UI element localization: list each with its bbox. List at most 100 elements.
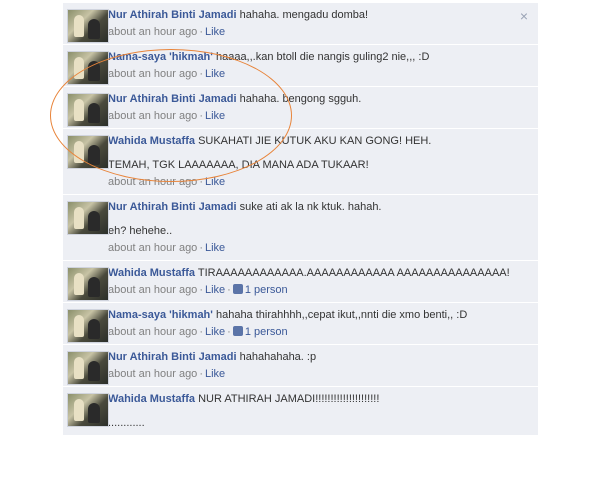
comment-author-link[interactable]: Wahida Mustaffa bbox=[108, 267, 195, 279]
avatar[interactable] bbox=[67, 93, 109, 127]
meta-separator: · bbox=[227, 326, 231, 338]
close-icon[interactable]: × bbox=[520, 9, 528, 23]
comment-item: Nama-saya 'hikmah' haaaa,,.kan btoll die… bbox=[63, 45, 538, 87]
comment-line: Nama-saya 'hikmah' hahaha thirahhhh,,cep… bbox=[108, 308, 532, 322]
comment-text: haaaa,,.kan btoll die nangis guling2 nie… bbox=[215, 51, 430, 63]
comment-author-link[interactable]: Nur Athirah Binti Jamadi bbox=[108, 93, 237, 105]
avatar[interactable] bbox=[67, 393, 109, 427]
avatar-figure bbox=[88, 145, 100, 165]
meta-separator: · bbox=[199, 26, 203, 38]
comment-line: eh? hehehe.. bbox=[108, 224, 532, 238]
comment-text: suke ati ak la nk ktuk. hahah. bbox=[239, 201, 382, 213]
comment-text: ............ bbox=[108, 417, 145, 429]
thumbs-up-icon bbox=[232, 326, 243, 336]
avatar[interactable] bbox=[67, 51, 109, 85]
meta-separator: · bbox=[227, 284, 231, 296]
comment-author-link[interactable]: Nur Athirah Binti Jamadi bbox=[108, 351, 237, 363]
like-link[interactable]: Like bbox=[205, 110, 225, 122]
comment-text: hahaha thirahhhh,,cepat ikut,,nnti die x… bbox=[215, 309, 468, 321]
avatar-figure bbox=[74, 207, 84, 229]
avatar[interactable] bbox=[67, 201, 109, 235]
avatar-figure bbox=[88, 403, 100, 423]
comment-text: eh? hehehe.. bbox=[108, 225, 173, 237]
comment-item: Nur Athirah Binti Jamadi hahaha. bengong… bbox=[63, 87, 538, 129]
comment-line: Wahida Mustaffa SUKAHATI JIE KUTUK AKU K… bbox=[108, 134, 532, 148]
comment-author-link[interactable]: Nama-saya 'hikmah' bbox=[108, 309, 213, 321]
comment-meta: about an hour ago · Like bbox=[108, 368, 532, 381]
like-link[interactable]: Like bbox=[205, 26, 225, 38]
comment-author-link[interactable]: Nur Athirah Binti Jamadi bbox=[108, 201, 237, 213]
meta-separator: · bbox=[199, 110, 203, 122]
avatar-figure bbox=[88, 319, 100, 339]
comment-text: hahaha. bengong sgguh. bbox=[239, 93, 362, 105]
comment-item: Nama-saya 'hikmah' hahaha thirahhhh,,cep… bbox=[63, 303, 538, 345]
comment-author-link[interactable]: Wahida Mustaffa bbox=[108, 135, 195, 147]
comment-line: Nama-saya 'hikmah' haaaa,,.kan btoll die… bbox=[108, 50, 532, 64]
avatar-figure bbox=[88, 277, 100, 297]
comment-meta: about an hour ago · Like bbox=[108, 110, 532, 123]
comment-meta: about an hour ago · Like bbox=[108, 176, 532, 189]
avatar-figure bbox=[88, 19, 100, 39]
like-link[interactable]: Like bbox=[205, 68, 225, 80]
comment-timestamp: about an hour ago bbox=[108, 68, 198, 80]
comment-meta: about an hour ago · Like · 1 person bbox=[108, 326, 532, 339]
like-link[interactable]: Like bbox=[205, 368, 225, 380]
comment-thread: × Nur Athirah Binti Jamadi hahaha. mengad… bbox=[63, 3, 538, 436]
comment-text: hahaha. mengadu domba! bbox=[239, 9, 369, 21]
comment-timestamp: about an hour ago bbox=[108, 326, 198, 338]
avatar-figure bbox=[74, 57, 84, 79]
avatar[interactable] bbox=[67, 267, 109, 301]
comment-author-link[interactable]: Nama-saya 'hikmah' bbox=[108, 51, 213, 63]
comment-item: Wahida Mustaffa SUKAHATI JIE KUTUK AKU K… bbox=[63, 129, 538, 195]
comment-timestamp: about an hour ago bbox=[108, 242, 198, 254]
avatar-figure bbox=[74, 273, 84, 295]
comment-author-link[interactable]: Wahida Mustaffa bbox=[108, 393, 195, 405]
comment-line: Nur Athirah Binti Jamadi hahaha. bengong… bbox=[108, 92, 532, 106]
avatar[interactable] bbox=[67, 135, 109, 169]
meta-separator: · bbox=[199, 176, 203, 188]
comment-item: Wahida Mustaffa TIRAAAAAAAAAAAA.AAAAAAAA… bbox=[63, 261, 538, 303]
comment-text: SUKAHATI JIE KUTUK AKU KAN GONG! HEH. bbox=[198, 135, 432, 147]
avatar-figure bbox=[74, 15, 84, 37]
comment-item: Wahida Mustaffa NUR ATHIRAH JAMADI!!!!!!… bbox=[63, 387, 538, 436]
comment-line: ............ bbox=[108, 416, 532, 430]
avatar[interactable] bbox=[67, 9, 109, 43]
like-count: 1 person bbox=[244, 326, 288, 338]
avatar[interactable] bbox=[67, 309, 109, 343]
like-count-link[interactable]: 1 person bbox=[232, 326, 288, 338]
avatar-figure bbox=[74, 399, 84, 421]
meta-separator: · bbox=[199, 68, 203, 80]
comment-timestamp: about an hour ago bbox=[108, 284, 198, 296]
comment-item: Nur Athirah Binti Jamadi suke ati ak la … bbox=[63, 195, 538, 261]
comment-timestamp: about an hour ago bbox=[108, 110, 198, 122]
avatar-figure bbox=[74, 315, 84, 337]
comment-text: NUR ATHIRAH JAMADI!!!!!!!!!!!!!!!!!!!!! bbox=[198, 393, 380, 405]
thumbs-up-icon bbox=[232, 284, 243, 294]
like-link[interactable]: Like bbox=[205, 284, 225, 296]
comment-item: Nur Athirah Binti Jamadi hahahahaha. :p a… bbox=[63, 345, 538, 387]
avatar-figure bbox=[88, 211, 100, 231]
comment-line: Nur Athirah Binti Jamadi hahaha. mengadu… bbox=[108, 8, 532, 22]
comment-line: Nur Athirah Binti Jamadi hahahahaha. :p bbox=[108, 350, 532, 364]
avatar-figure bbox=[88, 103, 100, 123]
comment-timestamp: about an hour ago bbox=[108, 26, 198, 38]
comment-meta: about an hour ago · Like · 1 person bbox=[108, 284, 532, 297]
comment-meta: about an hour ago · Like bbox=[108, 68, 532, 81]
comment-author-link[interactable]: Nur Athirah Binti Jamadi bbox=[108, 9, 237, 21]
avatar-figure bbox=[74, 141, 84, 163]
comment-meta: about an hour ago · Like bbox=[108, 26, 532, 39]
comment-line: Nur Athirah Binti Jamadi suke ati ak la … bbox=[108, 200, 532, 214]
comment-text: TEMAH, TGK LAAAAAAA, DIA MANA ADA TUKAAR… bbox=[108, 159, 369, 171]
like-count-link[interactable]: 1 person bbox=[232, 284, 288, 296]
like-link[interactable]: Like bbox=[205, 176, 225, 188]
like-link[interactable]: Like bbox=[205, 242, 225, 254]
avatar-figure bbox=[74, 357, 84, 379]
comment-timestamp: about an hour ago bbox=[108, 176, 198, 188]
comment-line: TEMAH, TGK LAAAAAAA, DIA MANA ADA TUKAAR… bbox=[108, 158, 532, 172]
comment-line: Wahida Mustaffa NUR ATHIRAH JAMADI!!!!!!… bbox=[108, 392, 532, 406]
comment-line: Wahida Mustaffa TIRAAAAAAAAAAAA.AAAAAAAA… bbox=[108, 266, 532, 280]
comment-item: × Nur Athirah Binti Jamadi hahaha. mengad… bbox=[63, 3, 538, 45]
meta-separator: · bbox=[199, 242, 203, 254]
avatar[interactable] bbox=[67, 351, 109, 385]
like-link[interactable]: Like bbox=[205, 326, 225, 338]
